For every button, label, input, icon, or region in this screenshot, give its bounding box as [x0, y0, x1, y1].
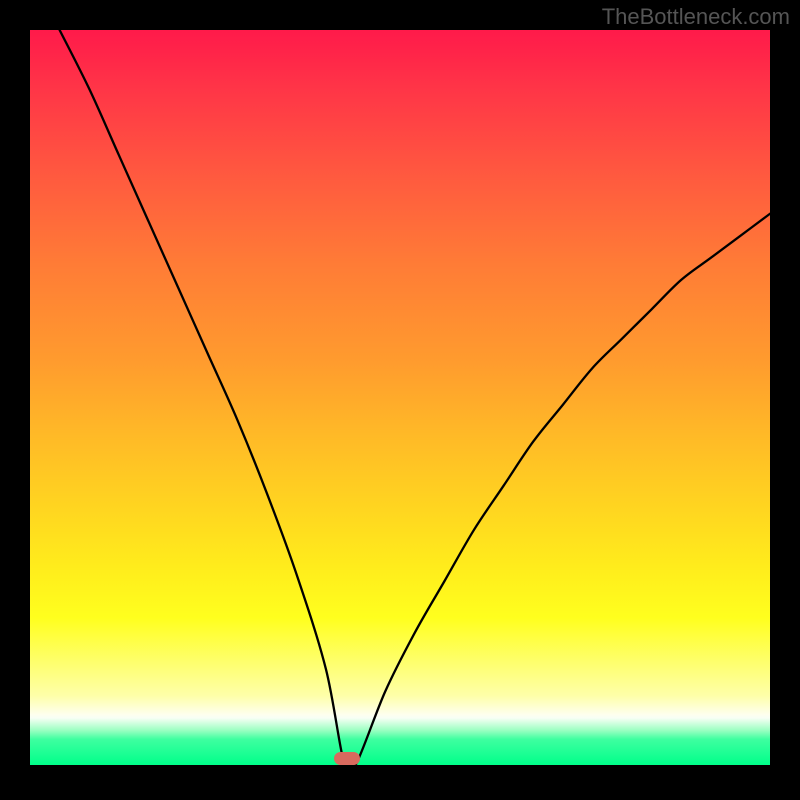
bottleneck-curve-path — [60, 30, 770, 765]
chart-container: TheBottleneck.com — [0, 0, 800, 800]
plot-area — [30, 30, 770, 765]
optimal-marker — [334, 752, 360, 765]
curve-svg — [30, 30, 770, 765]
watermark-text: TheBottleneck.com — [602, 4, 790, 30]
